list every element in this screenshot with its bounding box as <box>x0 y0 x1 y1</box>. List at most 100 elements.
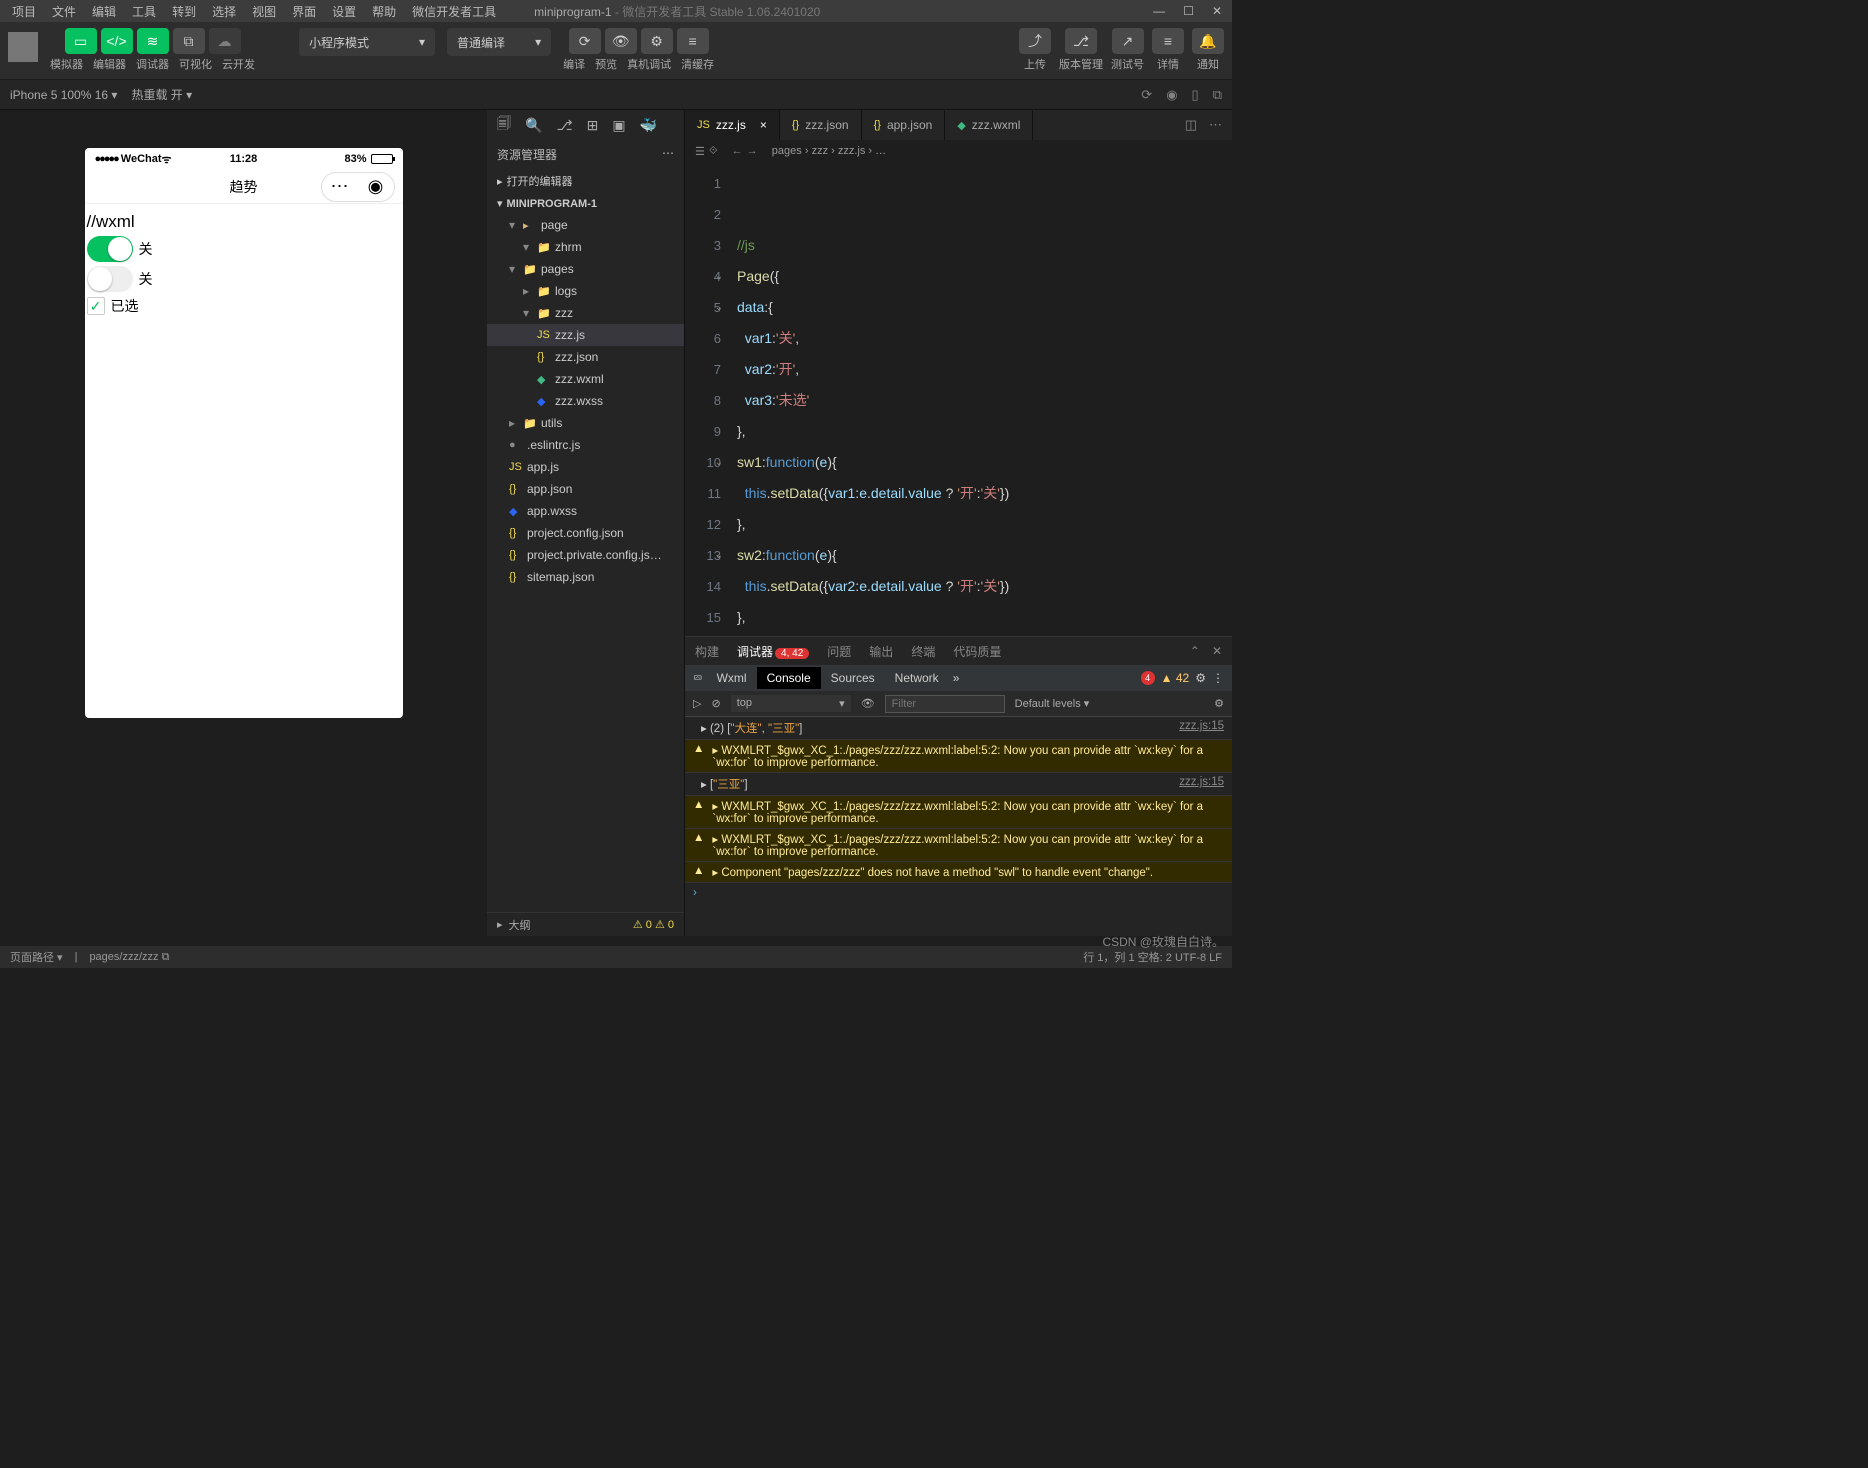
menu-微信开发者工具[interactable]: 微信开发者工具 <box>404 5 504 19</box>
eye-icon[interactable]: 👁 <box>861 697 875 710</box>
cloud-button[interactable]: ☁ <box>209 28 241 54</box>
tree-item-utils[interactable]: ▸📁utils <box>487 412 684 434</box>
tree-item-zzz[interactable]: ▾📁zzz <box>487 302 684 324</box>
details-button[interactable]: ≡ <box>1152 28 1184 54</box>
code-area[interactable]: //jsPage({data:{ var1:'关', var2:'开', var… <box>731 162 1232 636</box>
box-icon[interactable]: ▣ <box>612 117 625 134</box>
menu-转到[interactable]: 转到 <box>164 5 204 19</box>
version-button[interactable]: ⎇ <box>1065 28 1097 54</box>
preview-button[interactable]: 👁 <box>605 28 637 54</box>
hot-reload-toggle[interactable]: 热重载 开 ▾ <box>131 86 192 103</box>
panel-tab-终端[interactable]: 终端 <box>911 643 935 660</box>
menu-视图[interactable]: 视图 <box>244 5 284 19</box>
checkbox-1[interactable]: ✓ <box>87 297 105 315</box>
device-icon[interactable]: ▯ <box>1192 87 1199 103</box>
menu-设置[interactable]: 设置 <box>324 5 364 19</box>
play-icon[interactable]: ▷ <box>693 697 701 710</box>
panel-tab-代码质量[interactable]: 代码质量 <box>953 643 1001 660</box>
more-tabs-icon[interactable]: ⋯ <box>1209 117 1222 133</box>
git-icon[interactable]: ⎇ <box>556 117 572 134</box>
search-icon[interactable]: 🔍 <box>525 117 542 134</box>
gear-icon[interactable]: ⚙ <box>1195 671 1206 685</box>
close-icon[interactable]: ✕ <box>1212 4 1222 18</box>
inspect-icon[interactable]: ⮹ <box>693 671 703 686</box>
docker-icon[interactable]: 🐳 <box>640 117 657 134</box>
console-gear-icon[interactable]: ⚙ <box>1214 697 1224 710</box>
tab-zzz.wxml[interactable]: ◆zzz.wxml <box>945 110 1033 140</box>
windows-icon[interactable]: ⧉ <box>1213 87 1222 103</box>
device-selector[interactable]: iPhone 5 100% 16 ▾ <box>10 88 117 102</box>
compile-button[interactable]: ⟳ <box>569 28 601 54</box>
compile-dropdown[interactable]: 普通编译▾ <box>447 28 551 56</box>
bookmark-icon[interactable]: ⟐ <box>709 145 718 158</box>
tree-item-project.config.json[interactable]: {}project.config.json <box>487 522 684 544</box>
editor-button[interactable]: </> <box>101 28 133 54</box>
clear-icon[interactable]: ⊘ <box>711 697 720 710</box>
project-section[interactable]: ▾ MINIPROGRAM-1 <box>487 193 684 214</box>
upload-button[interactable]: ⤴ <box>1019 28 1051 54</box>
menu-选择[interactable]: 选择 <box>204 5 244 19</box>
panel-tab-构建[interactable]: 构建 <box>695 643 719 660</box>
menu-项目[interactable]: 项目 <box>4 5 44 19</box>
switch-1[interactable] <box>87 236 133 262</box>
clear-cache-button[interactable]: ≡ <box>677 28 709 54</box>
more-icon[interactable]: ⋯ <box>662 146 674 163</box>
panel-tab-调试器[interactable]: 调试器4, 42 <box>737 643 809 660</box>
avatar[interactable] <box>8 32 38 62</box>
levels-select[interactable]: Default levels ▾ <box>1015 697 1090 710</box>
filter-input[interactable] <box>885 695 1005 713</box>
menu-编辑[interactable]: 编辑 <box>84 5 124 19</box>
tree-item-app.js[interactable]: JSapp.js <box>487 456 684 478</box>
debugger-button[interactable]: ≋ <box>137 28 169 54</box>
page-path-label[interactable]: 页面路径 ▾ <box>10 949 63 965</box>
tree-item-pages[interactable]: ▾📁pages <box>487 258 684 280</box>
refresh-icon[interactable]: ⟳ <box>1141 87 1152 103</box>
switch-2[interactable] <box>87 266 133 292</box>
stop-icon[interactable]: ◉ <box>1166 87 1177 103</box>
panel-close-icon[interactable]: ✕ <box>1212 644 1222 658</box>
capsule-button[interactable]: ⋯◉ <box>321 172 395 202</box>
visual-button[interactable]: ⧉ <box>173 28 205 54</box>
tree-item-zhrm[interactable]: ▾📁zhrm <box>487 236 684 258</box>
tree-item-app.json[interactable]: {}app.json <box>487 478 684 500</box>
remote-debug-button[interactable]: ⚙ <box>641 28 673 54</box>
panel-tab-输出[interactable]: 输出 <box>869 643 893 660</box>
menu-界面[interactable]: 界面 <box>284 5 324 19</box>
tree-item-logs[interactable]: ▸📁logs <box>487 280 684 302</box>
tab-zzz.json[interactable]: {}zzz.json <box>780 110 862 140</box>
split-icon[interactable]: ◫ <box>1185 117 1197 133</box>
open-editors-section[interactable]: ▸ 打开的编辑器 <box>487 169 684 193</box>
tab-app.json[interactable]: {}app.json <box>862 110 946 140</box>
more-devtabs[interactable]: » <box>953 671 960 685</box>
tree-item-zzz.wxss[interactable]: ◆zzz.wxss <box>487 390 684 412</box>
tree-item-zzz.js[interactable]: JSzzz.js <box>487 324 684 346</box>
menu-帮助[interactable]: 帮助 <box>364 5 404 19</box>
list-icon[interactable]: ☰ <box>695 145 705 158</box>
outline-footer[interactable]: ▸ 大纲 ⚠ 0 ⚠ 0 <box>487 912 684 936</box>
tree-item-zzz.wxml[interactable]: ◆zzz.wxml <box>487 368 684 390</box>
minimize-icon[interactable]: — <box>1153 4 1165 18</box>
page-path[interactable]: pages/zzz/zzz ⧉ <box>89 951 169 964</box>
mode-dropdown[interactable]: 小程序模式▾ <box>299 28 435 56</box>
tree-item-project.private.config.js…[interactable]: {}project.private.config.js… <box>487 544 684 566</box>
tree-item-sitemap.json[interactable]: {}sitemap.json <box>487 566 684 588</box>
context-select[interactable]: top▾ <box>731 695 851 712</box>
maximize-icon[interactable]: ☐ <box>1183 4 1194 18</box>
tree-item-app.wxss[interactable]: ◆app.wxss <box>487 500 684 522</box>
menu-工具[interactable]: 工具 <box>124 5 164 19</box>
forward-icon[interactable]: → <box>747 145 758 157</box>
warn-count[interactable]: ▲ 42 <box>1161 671 1190 685</box>
notify-button[interactable]: 🔔 <box>1192 28 1224 54</box>
tab-zzz.js[interactable]: JSzzz.js× <box>685 110 780 140</box>
kebab-icon[interactable]: ⋮ <box>1212 671 1224 685</box>
devtab-Console[interactable]: Console <box>757 667 821 689</box>
panel-up-icon[interactable]: ⌃ <box>1190 644 1200 658</box>
tree-item-page[interactable]: ▾▸page <box>487 214 684 236</box>
ext-icon[interactable]: ⊞ <box>587 117 599 134</box>
files-icon[interactable]: 🗐 <box>497 113 511 137</box>
menu-文件[interactable]: 文件 <box>44 5 84 19</box>
console-output[interactable]: ▸ (2) ["大连", "三亚"]zzz.js:15▲▸ WXMLRT_$gw… <box>685 717 1232 936</box>
devtab-Sources[interactable]: Sources <box>821 667 885 689</box>
back-icon[interactable]: ← <box>732 145 743 157</box>
tree-item-zzz.json[interactable]: {}zzz.json <box>487 346 684 368</box>
